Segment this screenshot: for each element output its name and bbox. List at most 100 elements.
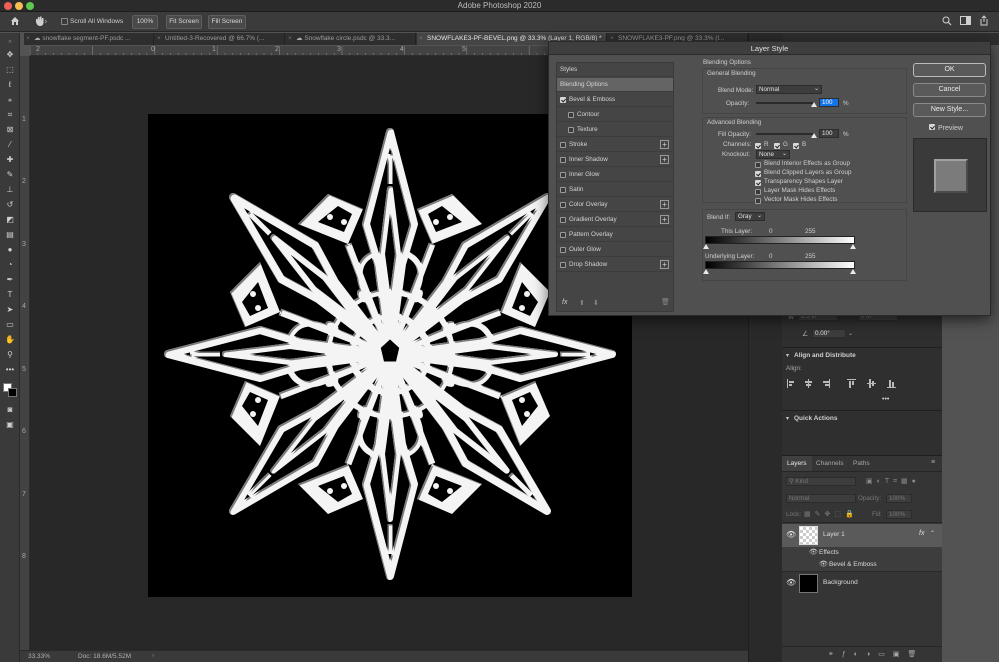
layer-blend-mode[interactable]: Normal <box>786 494 856 503</box>
effects-row[interactable]: 👁 Effects <box>782 547 942 559</box>
style-bevel-emboss[interactable]: Bevel & Emboss <box>557 93 673 107</box>
doc-size-readout[interactable]: Doc: 18.6M/5.52M <box>78 653 131 660</box>
healing-brush-tool-icon[interactable]: ✚ <box>5 155 15 165</box>
tab-layers[interactable]: Layers <box>782 456 812 471</box>
fit-screen-button[interactable]: Fit Screen <box>166 15 202 29</box>
style-stroke[interactable]: Stroke + <box>557 138 673 152</box>
layer-filter-icons[interactable]: ▣◐T⌗▦● <box>866 477 920 486</box>
preview-checkbox[interactable] <box>929 124 935 130</box>
move-tool-icon[interactable]: ✥ <box>5 50 15 60</box>
workspace-icon[interactable] <box>960 16 971 28</box>
chevron-right-icon[interactable]: › <box>152 652 154 659</box>
layer-actions-icons[interactable]: ⚭ƒ◐◑▭▣🗑 <box>828 650 924 658</box>
styles-header[interactable]: Styles <box>557 63 673 77</box>
path-selection-tool-icon[interactable]: ➤ <box>5 305 15 315</box>
layer-row-background[interactable]: 👁 Background <box>782 571 942 594</box>
fill-screen-button[interactable]: Fill Screen <box>208 15 246 29</box>
layer-name[interactable]: Layer 1 <box>823 531 845 538</box>
underlying-black-knob[interactable] <box>703 269 709 274</box>
trash-icon[interactable]: 🗑 <box>661 298 670 306</box>
zoom-100-button[interactable]: 100% <box>132 15 158 29</box>
style-color-overlay[interactable]: Color Overlay + <box>557 198 673 212</box>
underlying-gradient[interactable] <box>705 261 855 269</box>
style-drop-shadow[interactable]: Drop Shadow + <box>557 258 673 272</box>
layer-name[interactable]: Background <box>823 579 858 586</box>
chevron-down-icon[interactable]: ▾ <box>786 415 789 422</box>
style-outer-glow[interactable]: Outer Glow <box>557 243 673 257</box>
style-satin[interactable]: Satin <box>557 183 673 197</box>
style-blending-options[interactable]: Blending Options <box>557 78 673 92</box>
eye-icon[interactable]: 👁 <box>786 530 796 539</box>
layer-mask-checkbox[interactable] <box>755 189 761 195</box>
align-buttons[interactable] <box>787 379 902 389</box>
align-distribute-header[interactable]: Align and Distribute <box>794 352 954 359</box>
eye-icon[interactable]: 👁 <box>809 548 818 556</box>
opacity-slider[interactable] <box>756 102 814 104</box>
gradient-tool-icon[interactable]: ▤ <box>5 230 15 240</box>
background-color-swatch[interactable] <box>8 388 17 397</box>
blur-tool-icon[interactable]: ● <box>5 245 15 255</box>
channel-b-checkbox[interactable] <box>793 143 799 149</box>
style-pattern-overlay[interactable]: Pattern Overlay <box>557 228 673 242</box>
share-icon[interactable] <box>979 15 989 28</box>
hand-tool-sidebar-icon[interactable]: ✋ <box>5 335 15 345</box>
channel-r-checkbox[interactable] <box>755 143 761 149</box>
zoom-readout[interactable]: 33.33% <box>28 653 50 660</box>
style-inner-glow[interactable]: Inner Glow <box>557 168 673 182</box>
more-options-icon[interactable]: ••• <box>882 396 889 403</box>
fx-badge[interactable]: fx <box>919 530 924 537</box>
fill-field[interactable]: 100% <box>886 510 912 519</box>
blend-interior-checkbox[interactable] <box>755 162 761 168</box>
chevron-up-icon[interactable]: ⌃ <box>930 530 935 537</box>
blend-if-select[interactable]: Gray ⌄ <box>735 212 765 221</box>
quick-mask-icon[interactable]: ◙ <box>5 405 15 415</box>
scroll-all-windows-checkbox[interactable] <box>61 18 68 25</box>
blend-clipped-checkbox[interactable] <box>755 171 761 177</box>
home-icon[interactable] <box>9 15 21 27</box>
type-tool-icon[interactable]: T <box>5 290 15 300</box>
move-up-icon[interactable]: ⬆ <box>579 299 585 307</box>
panel-menu-icon[interactable]: ≡ <box>931 459 935 466</box>
underlying-white-knob[interactable] <box>850 269 856 274</box>
tab-snowflake-circle[interactable]: × ☁ Snowflake circle.psdc @ 33.3... <box>286 33 416 45</box>
ok-button[interactable]: OK <box>913 63 986 77</box>
new-style-button[interactable]: New Style... <box>913 103 986 117</box>
dodge-tool-icon[interactable]: ◔ <box>5 260 15 270</box>
rectangle-tool-icon[interactable]: ▭ <box>5 320 15 330</box>
magic-wand-tool-icon[interactable]: ⁎ <box>5 95 15 105</box>
hand-tool-icon[interactable] <box>33 15 48 27</box>
eye-icon[interactable]: 👁 <box>819 560 828 568</box>
tab-channels[interactable]: Channels <box>811 456 848 471</box>
style-texture[interactable]: Texture <box>557 123 673 137</box>
transparency-shapes-checkbox[interactable] <box>755 180 761 186</box>
eye-icon[interactable]: 👁 <box>786 578 796 587</box>
effect-bevel-row[interactable]: 👁 Bevel & Emboss <box>782 559 942 571</box>
zoom-tool-icon[interactable]: ⚲ <box>5 350 15 360</box>
eraser-tool-icon[interactable]: ◩ <box>5 215 15 225</box>
pen-tool-icon[interactable]: ✒ <box>5 275 15 285</box>
crop-tool-icon[interactable]: ⌗ <box>5 110 15 120</box>
quick-actions-header[interactable]: Quick Actions <box>794 415 954 422</box>
style-gradient-overlay[interactable]: Gradient Overlay + <box>557 213 673 227</box>
style-contour[interactable]: Contour <box>557 108 673 122</box>
chevron-down-icon[interactable]: ▾ <box>786 352 789 359</box>
screen-mode-icon[interactable]: ▣ <box>5 420 15 430</box>
fx-menu-icon[interactable]: fx <box>562 299 567 306</box>
tab-untitled-3[interactable]: × Untitled-3-Recovered @ 66.7% (... <box>155 33 285 45</box>
layer-row-layer-1[interactable]: 👁 Layer 1 fx ⌃ <box>782 524 942 547</box>
brush-tool-icon[interactable]: ✎ <box>5 170 15 180</box>
lasso-tool-icon[interactable]: ℓ <box>5 80 15 90</box>
history-brush-tool-icon[interactable]: ↺ <box>5 200 15 210</box>
marquee-tool-icon[interactable]: ⬚ <box>5 65 15 75</box>
this-layer-black-knob[interactable] <box>703 244 709 249</box>
chevron-down-icon[interactable]: ⌄ <box>848 330 853 337</box>
eyedropper-tool-icon[interactable]: ⁄ <box>5 140 15 150</box>
tab-snowflake-segment[interactable]: × ☁ snowflake segment-PF.psdc ... <box>24 33 154 45</box>
layer-filter-kind[interactable]: ⚲ Kind <box>786 477 856 486</box>
fill-opacity-slider-knob[interactable] <box>811 133 817 138</box>
lock-icons[interactable]: ▦✎✥⬚🔒 <box>804 510 858 518</box>
tab-paths[interactable]: Paths <box>848 456 875 471</box>
fill-opacity-field[interactable]: 100 <box>819 129 839 138</box>
cancel-button[interactable]: Cancel <box>913 83 986 97</box>
move-down-icon[interactable]: ⬇ <box>593 299 599 307</box>
